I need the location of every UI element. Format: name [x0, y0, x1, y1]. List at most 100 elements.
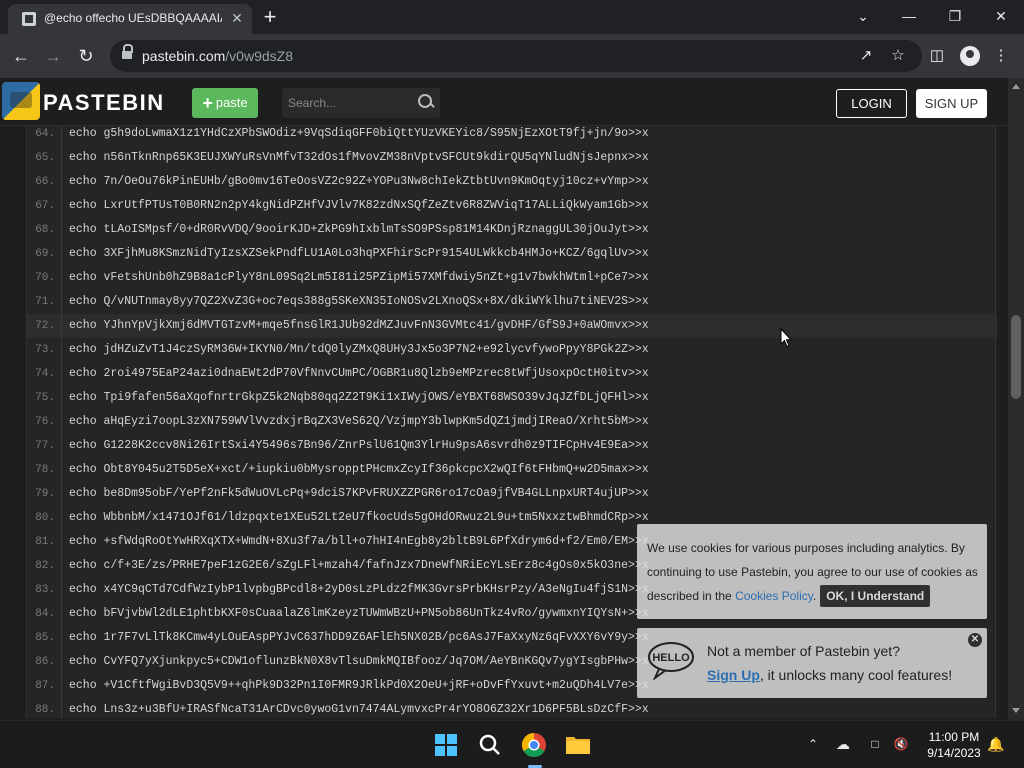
code-text[interactable]: echo Tpi9fafen56aXqofnrtrGkpZ5k2Nqb80qq2…	[61, 386, 649, 410]
scroll-up-arrow-icon[interactable]	[1012, 84, 1020, 89]
line-number: 78.	[35, 464, 55, 476]
code-text[interactable]: echo c/f+3E/zs/PRHE7peF1zG2E6/sZgLFl+mza…	[61, 554, 649, 578]
show-hidden-icons-chevron-icon[interactable]: ⌃	[804, 735, 822, 753]
code-text[interactable]: echo vFetshUnb0hZ9B8a1cPlyY8nL09Sq2Lm5I8…	[61, 266, 649, 290]
close-window-button[interactable]: ✕	[978, 0, 1024, 34]
windows-start-icon[interactable]	[428, 727, 464, 763]
line-number: 83.	[35, 584, 55, 596]
code-text[interactable]: echo g5h9doLwmaX1z1YHdCzXPbSWOdiz+9VqSdi…	[61, 126, 649, 146]
search-box[interactable]	[282, 88, 440, 118]
line-number: 81.	[35, 536, 55, 548]
code-line: 76. echo aHqEyzi7oopL3zXN759WVlVvzdxjrBqZ…	[27, 410, 997, 434]
signup-button[interactable]: SIGN UP	[916, 89, 987, 118]
share-icon[interactable]: ↗	[856, 46, 876, 66]
code-line: 78. echo Obt8Y045u2T5D5eX+xct/+iupkiu0bMy…	[27, 458, 997, 482]
file-explorer-icon[interactable]	[560, 727, 596, 763]
chrome-icon[interactable]	[516, 727, 552, 763]
pastebin-logo-icon[interactable]	[2, 82, 40, 120]
browser-tab[interactable]: @echo offecho UEsDBBQAAAAIA ✕	[8, 4, 252, 34]
mouse-pointer-icon	[780, 328, 792, 348]
line-number: 66.	[35, 176, 55, 188]
code-text[interactable]: echo jdHZuZvT1J4czSyRM36W+IKYN0/Mn/tdQ0l…	[61, 338, 649, 362]
code-text[interactable]: echo +sfWdqRoOtYwHRXqXTX+WmdN+8Xu3f7a/bl…	[61, 530, 649, 554]
address-bar[interactable]: pastebin.com/v0w9dsZ8 ↗ ☆	[110, 40, 922, 72]
code-line: 72. echo YJhnYpVjkXmj6dMVTGTzvM+mqe5fnsGl…	[27, 314, 997, 338]
search-input[interactable]	[288, 94, 408, 112]
page-scrollbar[interactable]	[1008, 78, 1024, 720]
browser-menu-icon[interactable]: ⋮	[988, 43, 1014, 69]
code-line: 66. echo 7n/OeOu76kPinEUHb/gBo0mv16TeOosV…	[27, 170, 997, 194]
code-text[interactable]: echo bFVjvbWl2dLE1phtbKXF0sCuaalaZ6lmKze…	[61, 602, 649, 626]
cookie-notice-text: We use cookies for various purposes incl…	[647, 536, 983, 608]
tab-search-dropdown-icon[interactable]: ⌄	[840, 0, 886, 34]
line-number: 72.	[35, 320, 55, 332]
code-text[interactable]: echo +V1CftfWgiBvD3Q5V9++qhPk9D32Pn1I0FM…	[61, 674, 649, 698]
line-number: 88.	[35, 704, 55, 716]
new-tab-button[interactable]: +	[258, 6, 282, 28]
bookmark-star-icon[interactable]: ☆	[888, 46, 908, 66]
code-text[interactable]: echo WbbnbM/x1471OJf61/ldzpqxte1XEu52Lt2…	[61, 506, 649, 530]
minimize-button[interactable]: —	[886, 0, 932, 34]
side-panel-icon[interactable]: ◫	[924, 43, 950, 69]
notification-bell-icon[interactable]: 🔔	[987, 735, 1005, 753]
pastebin-logo-text[interactable]: PASTEBIN	[43, 90, 165, 116]
code-text[interactable]: echo 7n/OeOu76kPinEUHb/gBo0mv16TeOosVZ2c…	[61, 170, 649, 194]
member-notice-subtitle: Sign Up, it unlocks many cool features!	[707, 667, 953, 683]
browser-titlebar: @echo offecho UEsDBBQAAAAIA ✕ + ⌄ — ❐ ✕	[0, 0, 1024, 34]
back-arrow-icon[interactable]: ←	[8, 43, 34, 69]
code-text[interactable]: echo Lns3z+u3BfU+IRASfNcaT31ArCDvc0ywoG1…	[61, 698, 649, 718]
forward-arrow-icon[interactable]: →	[40, 43, 66, 69]
new-paste-button[interactable]: + paste	[192, 88, 258, 118]
code-line: 69. echo 3XFjhMu8KSmzNidTyIzsXZSekPndfLU1…	[27, 242, 997, 266]
profile-avatar-icon[interactable]	[960, 46, 980, 66]
clock-time: 11:00 PM	[928, 730, 980, 744]
code-text[interactable]: echo x4YC9qCTd7CdfWzIybP1lvpbgBPcdl8+2yD…	[61, 578, 649, 602]
clock-date: 9/14/2023	[927, 746, 981, 760]
code-line: 88. echo Lns3z+u3BfU+IRASfNcaT31ArCDvc0yw…	[27, 698, 997, 718]
code-text[interactable]: echo 1r7F7vLlTk8KCmw4yLOuEAspPYJvC637hDD…	[61, 626, 649, 650]
code-text[interactable]: echo Obt8Y045u2T5D5eX+xct/+iupkiu0bMysro…	[61, 458, 649, 482]
cookie-notice: We use cookies for various purposes incl…	[637, 524, 987, 619]
code-text[interactable]: echo be8Dm95obF/YePf2nFk5dWuOVLcPq+9dciS…	[61, 482, 649, 506]
code-text[interactable]: echo CvYFQ7yXjunkpyc5+CDW1oflunzBkN0X8vT…	[61, 650, 649, 674]
volume-muted-icon[interactable]: 🔇	[892, 735, 910, 753]
code-text[interactable]: echo Q/vNUTnmay8yy7QZ2XvZ3G+oc7eqs388g5S…	[61, 290, 649, 314]
signup-link[interactable]: Sign Up	[707, 667, 760, 683]
line-number: 75.	[35, 392, 55, 404]
line-number: 67.	[35, 200, 55, 212]
onedrive-cloud-icon[interactable]: ☁	[834, 735, 852, 753]
code-text[interactable]: echo 2roi4975EaP24azi0dnaEWt2dP70VfNnvCU…	[61, 362, 649, 386]
scroll-down-arrow-icon[interactable]	[1012, 708, 1020, 713]
line-number: 86.	[35, 656, 55, 668]
plus-icon: +	[202, 93, 213, 113]
reload-icon[interactable]: ↻	[73, 43, 99, 69]
line-number: 73.	[35, 344, 55, 356]
member-notice: HELLO Not a member of Pastebin yet? Sign…	[637, 628, 987, 698]
code-text[interactable]: echo 3XFjhMu8KSmzNidTyIzsXZSekPndfLU1A0L…	[61, 242, 649, 266]
code-text[interactable]: echo n56nTknRnp65K3EUJXWYuRsVnMfvT32dOs1…	[61, 146, 649, 170]
code-text[interactable]: echo tLAoISMpsf/0+dR0RvVDQ/9ooirKJD+ZkPG…	[61, 218, 649, 242]
search-icon[interactable]	[418, 94, 434, 110]
line-number: 71.	[35, 296, 55, 308]
hello-speech-bubble-icon: HELLO	[648, 642, 694, 680]
close-icon[interactable]: ✕	[968, 633, 982, 647]
code-text[interactable]: echo LxrUtfPTUsT0B0RN2n2pY4kgNidPZHfVJVl…	[61, 194, 649, 218]
line-number: 79.	[35, 488, 55, 500]
login-button[interactable]: LOGIN	[836, 89, 907, 118]
cookie-accept-button[interactable]: OK, I Understand	[820, 585, 931, 607]
maximize-button[interactable]: ❐	[932, 0, 978, 34]
cookies-policy-link[interactable]: Cookies Policy	[735, 589, 813, 603]
tab-close-icon[interactable]: ✕	[227, 8, 247, 28]
taskbar-clock[interactable]: 11:00 PM 9/14/2023	[918, 729, 990, 761]
code-text[interactable]: echo YJhnYpVjkXmj6dMVTGTzvM+mqe5fnsGlR1J…	[61, 314, 649, 338]
tab-title: @echo offecho UEsDBBQAAAAIA	[44, 11, 222, 25]
network-icon[interactable]: □	[866, 735, 884, 753]
search-icon[interactable]	[472, 727, 508, 763]
code-text[interactable]: echo aHqEyzi7oopL3zXN759WVlVvzdxjrBqZX3V…	[61, 410, 649, 434]
url-text[interactable]: pastebin.com/v0w9dsZ8	[142, 48, 293, 64]
hello-badge-text: HELLO	[652, 652, 690, 664]
line-number: 70.	[35, 272, 55, 284]
code-text[interactable]: echo G1228K2ccv8Ni26IrtSxi4Y5496s7Bn96/Z…	[61, 434, 649, 458]
scrollbar-thumb[interactable]	[1011, 315, 1021, 399]
pastebin-favicon-icon	[22, 12, 36, 26]
